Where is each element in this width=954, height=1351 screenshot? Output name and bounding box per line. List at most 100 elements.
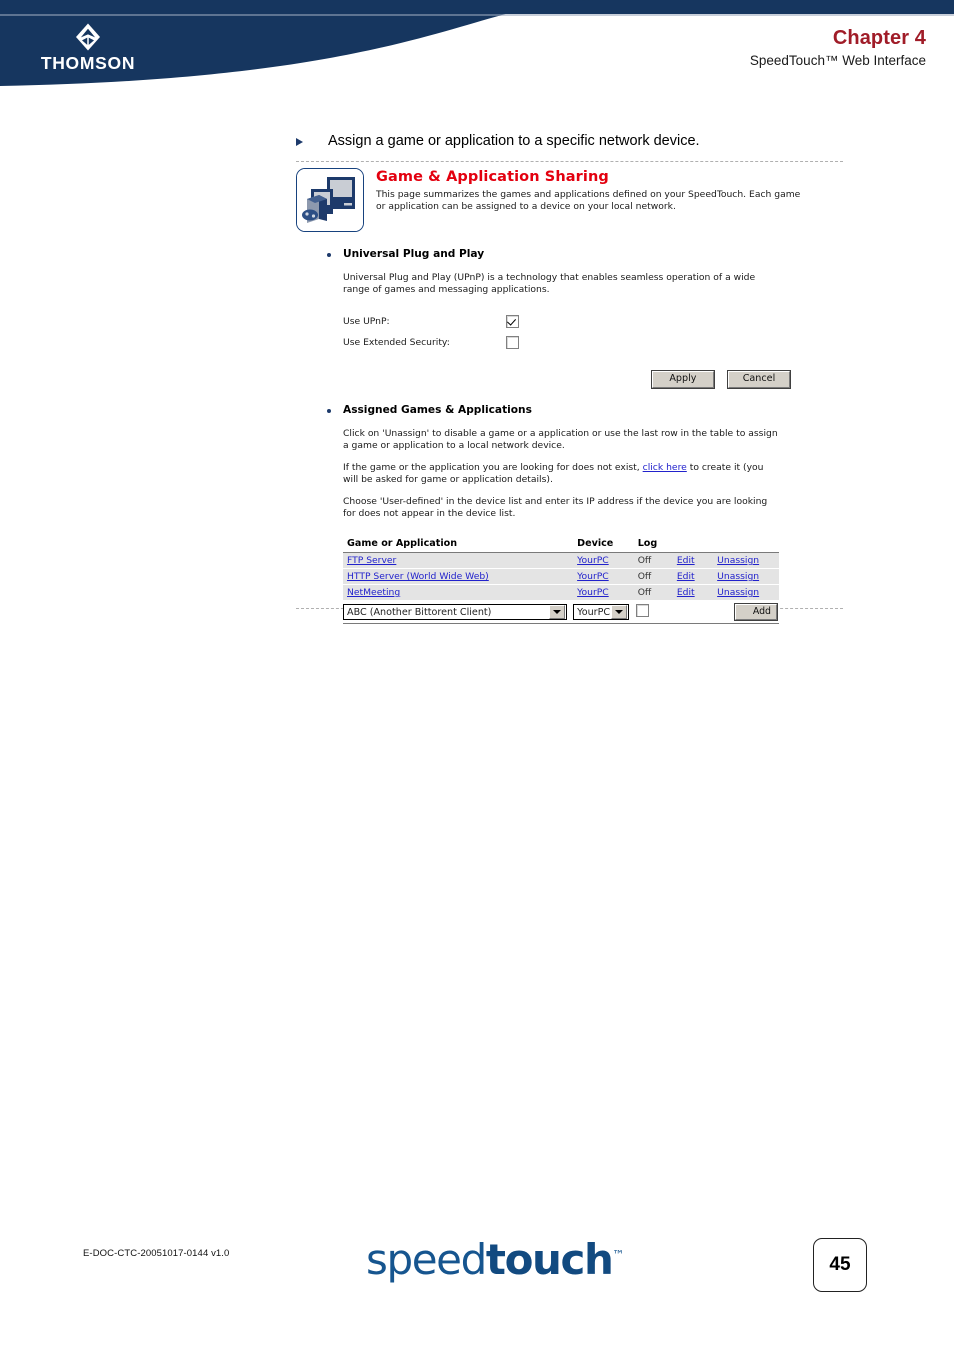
speedtouch-web-interface-screenshot: Game & Application Sharing This page sum… bbox=[296, 168, 846, 624]
application-select-value: ABC (Another Bittorent Client) bbox=[347, 606, 492, 618]
page-number: 45 bbox=[829, 1254, 851, 1275]
column-header-edit bbox=[672, 536, 714, 553]
assigned-paragraph-2: If the game or the application you are l… bbox=[343, 462, 780, 485]
link-unassign[interactable]: Unassign bbox=[717, 555, 759, 566]
section-assigned-games-applications: Assigned Games & Applications Click on '… bbox=[324, 404, 846, 624]
link-edit[interactable]: Edit bbox=[677, 571, 695, 582]
panel-description: This page summarizes the games and appli… bbox=[376, 189, 801, 212]
link-application-name[interactable]: NetMeeting bbox=[347, 587, 400, 598]
cell-log: Off bbox=[633, 584, 673, 601]
cell-add-button: Add bbox=[713, 600, 779, 624]
monitor-gamepad-icon bbox=[297, 169, 363, 231]
chapter-subtitle: SpeedTouch™ Web Interface bbox=[749, 53, 926, 68]
table-row: FTP Server YourPC Off Edit Unassign bbox=[343, 552, 779, 569]
cell-application: NetMeeting bbox=[343, 584, 574, 601]
cell-edit: Edit bbox=[672, 568, 714, 585]
upnp-button-row: Apply Cancel bbox=[343, 366, 790, 388]
trademark-symbol: ™ bbox=[612, 1248, 625, 1262]
logo-bold-part: touch bbox=[485, 1235, 614, 1284]
section-universal-plug-and-play: Universal Plug and Play Universal Plug a… bbox=[324, 248, 846, 388]
label-use-extended-security: Use Extended Security: bbox=[343, 337, 450, 348]
cell-device: YourPC bbox=[573, 552, 634, 569]
link-application-name[interactable]: FTP Server bbox=[347, 555, 396, 566]
speedtouch-wordmark: speedtouch™ bbox=[366, 1235, 625, 1284]
cell-unassign: Unassign bbox=[713, 568, 779, 585]
triangle-bullet-icon bbox=[296, 138, 303, 146]
cell-log: Off bbox=[633, 568, 673, 585]
upnp-section-body: Universal Plug and Play (UPnP) is a tech… bbox=[343, 272, 846, 388]
cell-application-select: ABC (Another Bittorent Client) bbox=[343, 600, 574, 624]
cell-device: YourPC bbox=[573, 568, 634, 585]
assigned-paragraph-3: Choose 'User-defined' in the device list… bbox=[343, 496, 768, 519]
header-chapter-block: Chapter 4 SpeedTouch™ Web Interface bbox=[750, 26, 926, 70]
checkbox-use-extended-security[interactable] bbox=[506, 336, 519, 349]
panel-header-text: Game & Application Sharing This page sum… bbox=[376, 168, 806, 212]
click-here-link[interactable]: click here bbox=[643, 462, 687, 473]
cell-device: YourPC bbox=[573, 584, 634, 601]
divider-top bbox=[296, 161, 843, 162]
panel-title: Game & Application Sharing bbox=[376, 169, 609, 185]
upnp-description: Universal Plug and Play (UPnP) is a tech… bbox=[343, 272, 756, 295]
form-row-use-upnp: Use UPnP: bbox=[343, 311, 846, 332]
upnp-form: Use UPnP: Use Extended Security: bbox=[343, 311, 846, 353]
page-footer: E-DOC-CTC-20051017-0144 v1.0 speedtouch™… bbox=[0, 1232, 954, 1302]
link-edit[interactable]: Edit bbox=[677, 555, 695, 566]
checkbox-use-upnp[interactable] bbox=[506, 315, 519, 328]
cell-unassign: Unassign bbox=[713, 552, 779, 569]
table-add-row: ABC (Another Bittorent Client) YourPC Ad… bbox=[343, 600, 779, 624]
cell-application: HTTP Server (World Wide Web) bbox=[343, 568, 574, 585]
assigned-section-body: Click on 'Unassign' to disable a game or… bbox=[343, 428, 846, 624]
application-select[interactable]: ABC (Another Bittorent Client) bbox=[343, 604, 567, 620]
column-header-device: Device bbox=[573, 536, 634, 553]
add-button[interactable]: Add bbox=[735, 604, 777, 620]
game-application-sharing-icon bbox=[296, 168, 364, 232]
column-header-unassign bbox=[713, 536, 779, 553]
link-unassign[interactable]: Unassign bbox=[717, 587, 759, 598]
assigned-section-title: Assigned Games & Applications bbox=[324, 404, 846, 417]
cell-log: Off bbox=[633, 552, 673, 569]
checkbox-log[interactable] bbox=[635, 604, 649, 617]
instruction-bullet: Assign a game or application to a specif… bbox=[296, 132, 856, 150]
cancel-button[interactable]: Cancel bbox=[728, 371, 790, 388]
logo-light-part: speed bbox=[366, 1235, 487, 1284]
form-row-use-extended-security: Use Extended Security: bbox=[343, 332, 846, 353]
link-edit[interactable]: Edit bbox=[677, 587, 695, 598]
chapter-title: Chapter 4 bbox=[832, 27, 926, 49]
cell-edit: Edit bbox=[672, 552, 714, 569]
column-header-game-or-application: Game or Application bbox=[343, 536, 574, 553]
assigned-paragraph-2-pre: If the game or the application you are l… bbox=[343, 462, 643, 473]
cell-device-select: YourPC bbox=[573, 600, 634, 624]
table-row: HTTP Server (World Wide Web) YourPC Off … bbox=[343, 568, 779, 585]
cell-application: FTP Server bbox=[343, 552, 574, 569]
assigned-games-table: Game or Application Device Log FTP Serve… bbox=[343, 536, 779, 624]
instruction-text: Assign a game or application to a specif… bbox=[328, 133, 700, 149]
chevron-down-icon bbox=[611, 605, 628, 619]
device-select-value: YourPC bbox=[577, 606, 611, 618]
speedtouch-logo: speedtouch™ bbox=[366, 1232, 625, 1283]
apply-button[interactable]: Apply bbox=[651, 371, 714, 388]
device-select[interactable]: YourPC bbox=[573, 604, 630, 620]
link-device-name[interactable]: YourPC bbox=[577, 571, 609, 582]
column-header-log: Log bbox=[633, 536, 673, 553]
page-number-box: 45 bbox=[813, 1238, 867, 1292]
assigned-paragraph-1: Click on 'Unassign' to disable a game or… bbox=[343, 428, 778, 451]
link-unassign[interactable]: Unassign bbox=[717, 571, 759, 582]
thomson-logo: THOMSON bbox=[28, 22, 148, 72]
thomson-wordmark: THOMSON bbox=[40, 53, 136, 73]
link-application-name[interactable]: HTTP Server (World Wide Web) bbox=[347, 571, 489, 582]
link-device-name[interactable]: YourPC bbox=[577, 587, 609, 598]
table-row: NetMeeting YourPC Off Edit Unassign bbox=[343, 584, 779, 601]
cell-log-checkbox bbox=[633, 600, 673, 624]
label-use-upnp: Use UPnP: bbox=[343, 316, 390, 327]
upnp-section-title: Universal Plug and Play bbox=[324, 248, 846, 261]
link-device-name[interactable]: YourPC bbox=[577, 555, 609, 566]
cell-empty bbox=[672, 600, 714, 624]
chevron-down-icon bbox=[549, 605, 565, 619]
cell-edit: Edit bbox=[672, 584, 714, 601]
table-header-row: Game or Application Device Log bbox=[343, 536, 779, 553]
panel-header: Game & Application Sharing This page sum… bbox=[296, 168, 846, 232]
document-code: E-DOC-CTC-20051017-0144 v1.0 bbox=[83, 1248, 230, 1259]
page-header: THOMSON Chapter 4 SpeedTouch™ Web Interf… bbox=[0, 0, 954, 96]
cell-unassign: Unassign bbox=[713, 584, 779, 601]
thomson-diamond-icon bbox=[76, 23, 100, 51]
